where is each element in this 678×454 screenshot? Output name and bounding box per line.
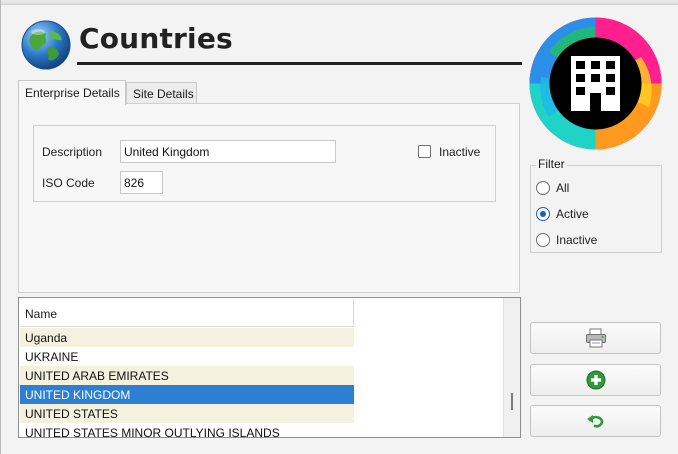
scrollbar-thumb[interactable] [511,393,513,410]
inactive-checkbox[interactable] [418,145,431,158]
table-row[interactable]: Uganda [20,328,354,347]
page-title: Countries [79,22,233,55]
table-row[interactable]: UKRAINE [20,347,354,366]
table-row[interactable]: UNITED STATES MINOR OUTLYING ISLANDS [20,423,354,442]
table-row-selected[interactable]: UNITED KINGDOM [20,385,354,404]
print-button[interactable] [530,322,661,354]
tab-label: Site Details [133,87,194,101]
add-button[interactable] [530,364,661,396]
filter-all-radio[interactable] [536,181,550,195]
column-header-name[interactable]: Name [20,299,354,327]
iso-code-field[interactable] [120,171,163,194]
title-divider [77,62,522,65]
countries-window: Countries Enterprise Details Site Detail… [0,0,678,454]
inactive-checkbox-label: Inactive [439,145,481,159]
printer-icon [585,328,606,348]
filter-all-label: All [556,181,570,195]
undo-icon [586,415,603,428]
grid-scrollbar[interactable] [503,298,520,437]
tab-label: Enterprise Details [25,86,120,100]
building-icon [529,17,662,150]
add-icon [586,370,605,390]
description-label: Description [42,145,103,159]
grid-rows: Uganda UKRAINE UNITED ARAB EMIRATES UNIT… [20,328,354,442]
tab-enterprise-details[interactable]: Enterprise Details [18,80,126,105]
countries-grid[interactable]: Name Uganda UKRAINE UNITED ARAB EMIRATES… [18,297,521,440]
filter-inactive-radio[interactable] [536,233,550,247]
filter-inactive-label: Inactive [556,233,598,247]
title-bar [1,0,678,5]
filter-active-radio[interactable] [536,207,550,221]
undo-button[interactable] [530,405,661,437]
table-row[interactable]: UNITED ARAB EMIRATES [20,366,354,385]
tab-site-details[interactable]: Site Details [126,82,197,104]
enterprise-details-panel: Description Inactive ISO Code [18,103,520,293]
globe-icon [21,20,71,70]
filter-active-label: Active [556,207,589,221]
iso-code-label: ISO Code [42,176,95,190]
table-row[interactable]: UNITED STATES [20,404,354,423]
description-field[interactable] [120,140,336,163]
details-group: Description Inactive ISO Code [33,125,496,202]
filter-title: Filter [536,157,567,171]
